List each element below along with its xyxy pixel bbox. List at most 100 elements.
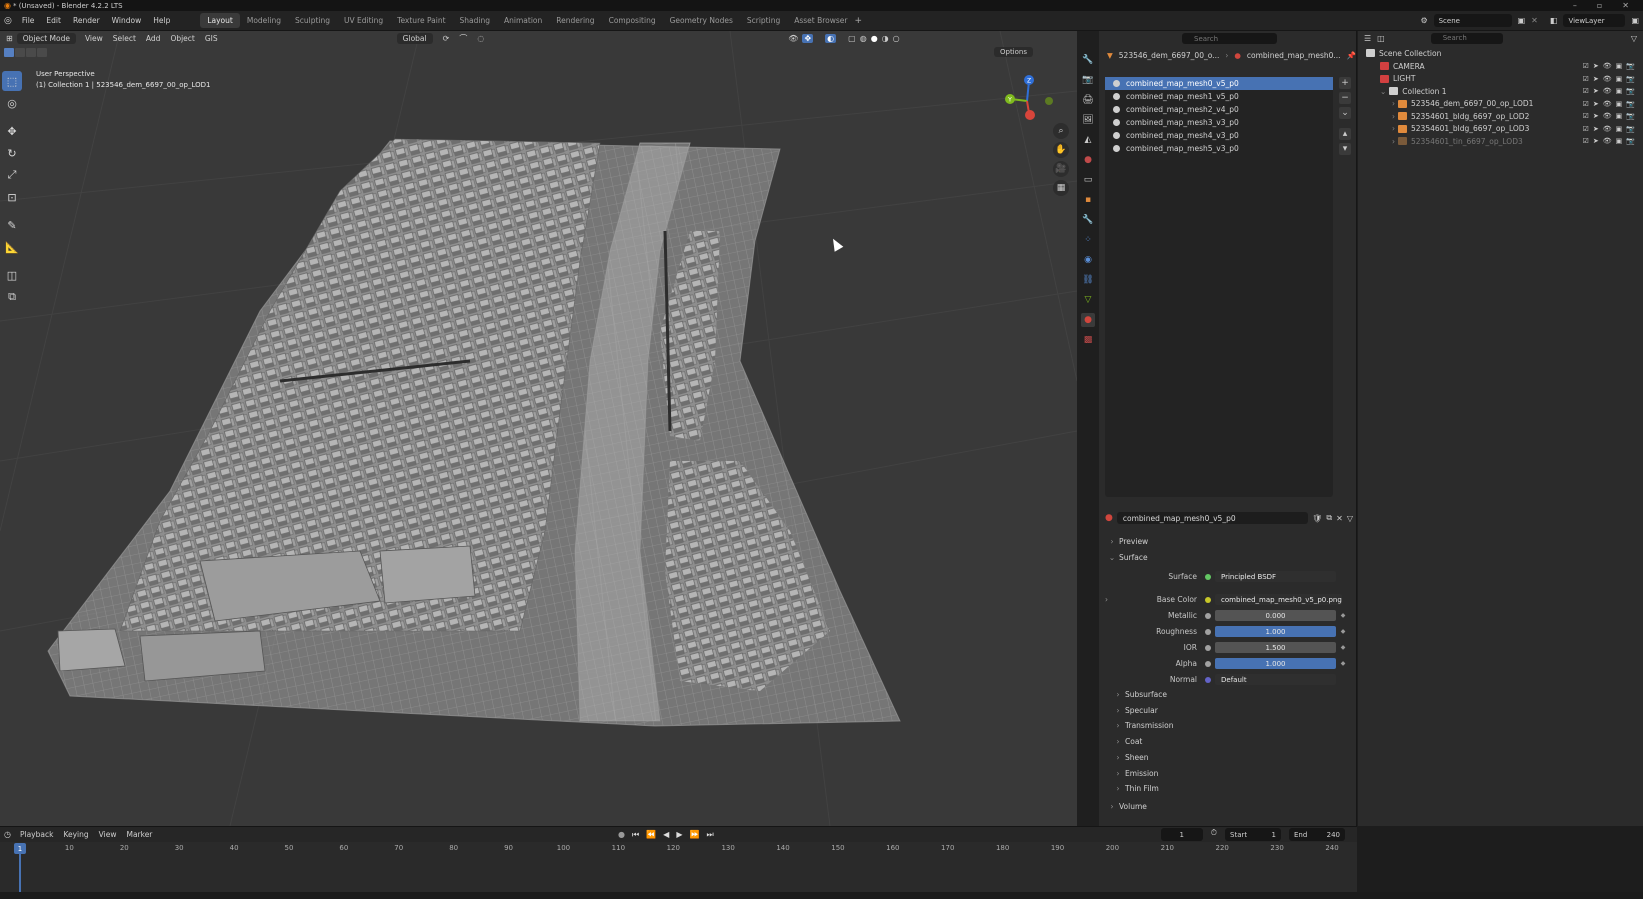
end-frame-field[interactable]: End 240 — [1289, 828, 1345, 841]
viewport-menu-view[interactable]: View — [80, 33, 108, 44]
modifier-tab-icon[interactable]: 🔧 — [1081, 213, 1095, 227]
timeline-menu-marker[interactable]: Marker — [121, 830, 157, 839]
menu-file[interactable]: File — [16, 14, 41, 27]
camera-icon[interactable]: 📷 — [1626, 75, 1635, 83]
subpanel-emission[interactable]: › Emission — [1111, 766, 1359, 781]
new-view-layer-icon[interactable]: ▣ — [1631, 16, 1639, 25]
subpanel-specular[interactable]: › Specular — [1111, 703, 1359, 718]
outliner-row[interactable]: ⌄ Collection 1 ☑ ➤ 👁 ▣ 📷 — [1358, 85, 1643, 97]
viewport-icon[interactable]: ▣ — [1616, 137, 1623, 145]
jump-start-icon[interactable]: ⏮ — [632, 830, 639, 840]
outliner-row[interactable]: LIGHT ☑ ➤ 👁 ▣ 📷 — [1358, 73, 1643, 85]
material-name-field[interactable]: combined_map_mesh0_v5_p0 — [1116, 512, 1309, 524]
texture-tab-icon[interactable]: ▩ — [1081, 333, 1095, 347]
measure-tool-icon[interactable]: 📐 — [2, 237, 22, 257]
material-slot[interactable]: combined_map_mesh1_v5_p0 — [1105, 90, 1333, 103]
checkbox-icon[interactable]: ☑ — [1583, 125, 1589, 133]
subpanel-thin-film[interactable]: › Thin Film — [1111, 781, 1359, 796]
viewport-icon[interactable]: ▣ — [1616, 100, 1623, 108]
material-browse-icon[interactable]: ● — [1105, 513, 1113, 523]
subpanel-transmission[interactable]: › Transmission — [1111, 718, 1359, 733]
minimize-icon[interactable]: – — [1573, 1, 1577, 10]
material-tab-icon[interactable]: ● — [1081, 313, 1095, 327]
fake-user-icon[interactable]: 🛡 — [1312, 514, 1322, 523]
outliner-editor-icon[interactable]: ☰ — [1364, 34, 1371, 43]
tab-shading[interactable]: Shading — [453, 13, 497, 28]
eye-icon[interactable]: 👁 — [1603, 87, 1612, 95]
eye-icon[interactable]: 👁 — [1603, 137, 1612, 145]
material-slot[interactable]: combined_map_mesh4_v3_p0 — [1105, 129, 1333, 142]
wireframe-shading-icon[interactable]: ◍ — [860, 34, 867, 43]
surface-panel-header[interactable]: ⌄ Surface — [1105, 550, 1353, 565]
select-icon[interactable]: ➤ — [1593, 75, 1599, 83]
scene-tab-icon[interactable]: ◭ — [1081, 133, 1095, 147]
keyframe-icon[interactable]: ◆ — [1340, 628, 1346, 635]
surface-shader-field[interactable]: Principled BSDF — [1215, 571, 1336, 582]
current-frame-field[interactable]: 1 — [1160, 828, 1203, 841]
eye-icon[interactable]: 👁 — [1603, 75, 1612, 83]
view-layer-selector[interactable]: ViewLayer — [1563, 14, 1626, 27]
chevron-right-icon[interactable]: › — [1392, 99, 1395, 108]
xray-icon[interactable]: ▢ — [848, 34, 856, 43]
chevron-right-icon[interactable]: › — [1392, 137, 1395, 146]
preview-panel-header[interactable]: › Preview — [1105, 534, 1353, 549]
material-slot[interactable]: combined_map_mesh3_v3_p0 — [1105, 116, 1333, 129]
move-tool-icon[interactable]: ✥ — [2, 121, 22, 141]
visibility-icon[interactable]: 👁 — [788, 34, 798, 43]
options-button[interactable]: Options — [993, 47, 1033, 57]
select-icon[interactable]: ➤ — [1593, 100, 1599, 108]
alpha-field[interactable]: 1.000 — [1215, 658, 1336, 669]
base-color-field[interactable]: combined_map_mesh0_v5_p0.png — [1215, 594, 1342, 605]
viewport-icon[interactable]: ▣ — [1616, 87, 1623, 95]
menu-window[interactable]: Window — [106, 14, 148, 27]
frame-ruler[interactable]: 1102030405060708090100110120130140150160… — [0, 842, 1357, 855]
prev-keyframe-icon[interactable]: ⏪ — [646, 830, 656, 840]
checkbox-icon[interactable]: ☑ — [1583, 75, 1589, 83]
unlink-material-icon[interactable]: ✕ — [1336, 514, 1343, 523]
render-tab-icon[interactable]: 📷 — [1081, 73, 1095, 87]
select-icon[interactable]: ➤ — [1593, 112, 1599, 120]
rotate-tool-icon[interactable]: ↻ — [2, 143, 22, 163]
menu-edit[interactable]: Edit — [40, 14, 67, 27]
keyframe-icon[interactable]: ◆ — [1340, 644, 1346, 651]
menu-help[interactable]: Help — [147, 14, 176, 27]
play-reverse-icon[interactable]: ◀ — [663, 830, 669, 840]
material-slot[interactable]: combined_map_mesh0_v5_p0 — [1105, 77, 1333, 90]
world-tab-icon[interactable]: ● — [1081, 153, 1095, 167]
filter-icon[interactable]: ▽ — [1631, 34, 1637, 43]
scale-tool-icon[interactable]: ⤢ — [2, 165, 22, 185]
timeline[interactable]: 1102030405060708090100110120130140150160… — [0, 842, 1357, 892]
move-slot-up-button[interactable]: ▴ — [1339, 128, 1351, 140]
camera-icon[interactable]: 📷 — [1626, 100, 1635, 108]
tab-compositing[interactable]: Compositing — [602, 13, 663, 28]
transform-tool-icon[interactable]: ⊡ — [2, 187, 22, 207]
constraints-tab-icon[interactable]: ⛓ — [1081, 273, 1095, 287]
tab-rendering[interactable]: Rendering — [549, 13, 601, 28]
navigation-gizmo[interactable]: Z Y — [999, 71, 1059, 131]
checkbox-icon[interactable]: ☑ — [1583, 112, 1589, 120]
select-mode-subtract-icon[interactable] — [26, 47, 36, 57]
checkbox-icon[interactable]: ☑ — [1583, 100, 1589, 108]
tab-texture-paint[interactable]: Texture Paint — [390, 13, 452, 28]
viewport-menu-select[interactable]: Select — [108, 33, 141, 44]
camera-view-icon[interactable]: 🎥 — [1053, 161, 1069, 177]
timeline-editor-icon[interactable]: ◷ — [4, 830, 11, 839]
checkbox-icon[interactable]: ☑ — [1583, 137, 1589, 145]
pan-icon[interactable]: ✋ — [1053, 142, 1069, 158]
camera-icon[interactable]: 📷 — [1626, 62, 1635, 70]
select-box-tool-icon[interactable]: ⬚ — [2, 71, 22, 91]
blender-menu-icon[interactable]: ◎ — [4, 16, 12, 26]
view-layer-tab-icon[interactable]: 🖼 — [1081, 113, 1095, 127]
eye-icon[interactable]: 👁 — [1603, 100, 1612, 108]
eye-icon[interactable]: 👁 — [1603, 125, 1612, 133]
outliner-row[interactable]: › 52354601_bldg_6697_op_LOD2 ☑ ➤ 👁 ▣ 📷 — [1358, 110, 1643, 122]
output-tab-icon[interactable]: 🖨 — [1081, 93, 1095, 107]
add-cube-tool-icon[interactable]: ◫ — [2, 265, 22, 285]
keyframe-icon[interactable]: ◆ — [1340, 612, 1346, 619]
annotate-tool-icon[interactable]: ✎ — [2, 215, 22, 235]
record-icon[interactable]: ● — [618, 830, 625, 840]
tool-tab-icon[interactable]: 🔧 — [1081, 53, 1095, 67]
particles-tab-icon[interactable]: ⁘ — [1081, 233, 1095, 247]
timeline-menu-view[interactable]: View — [94, 830, 122, 839]
3d-viewport[interactable]: ⊞ Object Mode View Select Add Object GIS Glo… — [0, 31, 1077, 826]
